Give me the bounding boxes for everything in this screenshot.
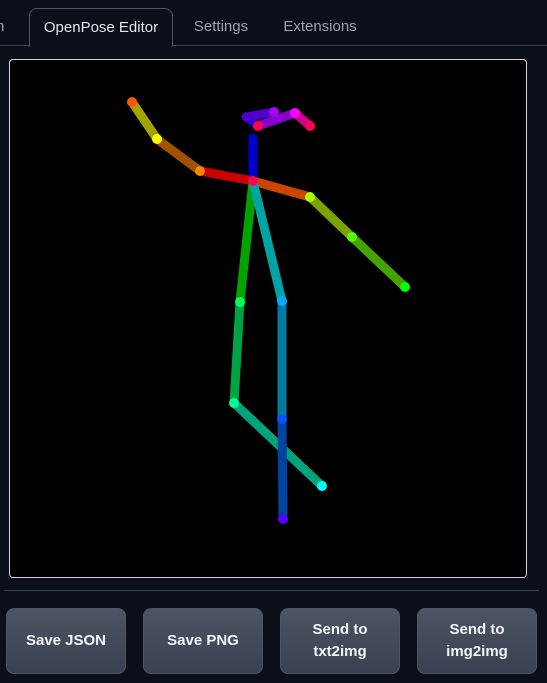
save-png-button[interactable]: Save PNG xyxy=(143,608,263,674)
send-to-txt2img-button[interactable]: Send to txt2img xyxy=(280,608,400,674)
limb-shin-left xyxy=(277,414,288,524)
limb-upper-arm-right xyxy=(152,134,205,176)
send-to-txt2img-label: Send to txt2img xyxy=(312,621,368,660)
joint-shoulder-right[interactable] xyxy=(195,166,205,176)
joint-wrist-left[interactable] xyxy=(400,282,410,292)
joint-neck[interactable] xyxy=(248,176,258,186)
tab-extensions[interactable]: Extensions xyxy=(276,8,364,46)
limb-hip-right xyxy=(235,176,258,307)
save-json-button[interactable]: Save JSON xyxy=(6,608,126,674)
joint-hip-right[interactable] xyxy=(235,297,245,307)
openpose-editor-page: n OpenPose Editor Settings Extensions Sa… xyxy=(0,0,547,683)
joint-eye-left[interactable] xyxy=(269,107,279,117)
tab-settings[interactable]: Settings xyxy=(186,8,256,46)
limb-shoulder-left xyxy=(248,176,315,202)
send-to-img2img-label: Send to img2img xyxy=(446,621,508,660)
joint-ankle-left[interactable] xyxy=(278,514,288,524)
joint-hip-left[interactable] xyxy=(277,296,287,306)
joint-wrist-right[interactable] xyxy=(127,97,137,107)
joint-elbow-right[interactable] xyxy=(152,134,162,144)
joint-eye-right[interactable] xyxy=(290,108,300,118)
limb-upper-arm-left xyxy=(305,192,357,242)
limb-forearm-right xyxy=(127,97,162,144)
joint-knee-right[interactable] xyxy=(229,398,239,408)
send-to-img2img-button[interactable]: Send to img2img xyxy=(417,608,537,674)
joint-ear[interactable] xyxy=(305,121,315,131)
tab-previous-partial[interactable]: n xyxy=(0,8,12,46)
tab-bar: n OpenPose Editor Settings Extensions xyxy=(0,0,547,47)
limb-shoulder-right xyxy=(195,166,258,186)
tab-openpose-editor[interactable]: OpenPose Editor xyxy=(29,8,173,47)
joint-ankle-right[interactable] xyxy=(317,481,327,491)
limb-forearm-left xyxy=(347,232,410,292)
save-png-label: Save PNG xyxy=(167,632,239,649)
pose-skeleton-drawing[interactable] xyxy=(10,60,526,577)
joint-elbow-left[interactable] xyxy=(347,232,357,242)
joint-shoulder-left[interactable] xyxy=(305,192,315,202)
save-json-label: Save JSON xyxy=(25,632,107,649)
pose-canvas[interactable] xyxy=(9,59,527,578)
limb-thigh-right xyxy=(229,297,245,408)
joint-nose[interactable] xyxy=(253,121,263,131)
limb-hip-left xyxy=(248,176,287,306)
section-divider xyxy=(4,590,539,591)
joint-knee-left[interactable] xyxy=(277,414,287,424)
